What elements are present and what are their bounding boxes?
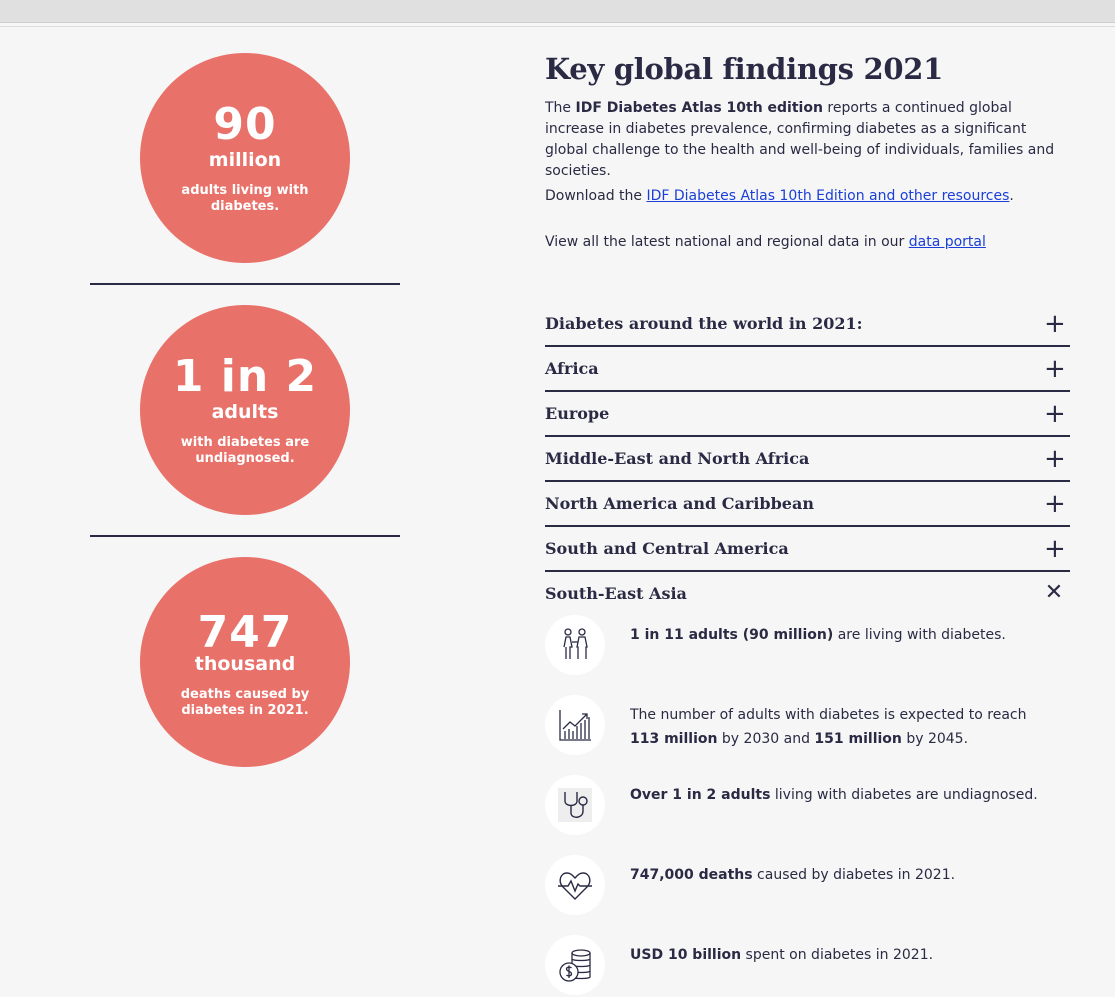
finding-plain: caused by diabetes in 2021.	[752, 867, 956, 883]
data-portal-link[interactable]: data portal	[909, 234, 986, 250]
plus-icon[interactable]: +	[1044, 356, 1066, 382]
stat-number: 1 in 2	[172, 351, 318, 402]
finding-bold: 113 million	[630, 731, 718, 747]
finding-text: The number of adults with diabetes is ex…	[630, 703, 1050, 751]
stat-unit: million	[208, 149, 282, 171]
coins-icon	[545, 935, 605, 995]
stat-circle-undiagnosed: 1 in 2 adults with diabetes are undiagno…	[140, 305, 350, 515]
accordion-label: South-East Asia	[545, 584, 687, 603]
download-text: Download the	[545, 188, 647, 204]
intro-text: The	[545, 100, 576, 116]
intro-paragraph: The IDF Diabetes Atlas 10th edition repo…	[545, 98, 1065, 182]
heartbeat-icon	[545, 855, 605, 915]
regions-accordion: Diabetes around the world in 2021: + Afr…	[545, 302, 1070, 615]
finding-item: The number of adults with diabetes is ex…	[545, 695, 1070, 757]
accordion-label: Middle-East and North Africa	[545, 449, 810, 468]
plus-icon[interactable]: +	[1044, 446, 1066, 472]
stat-circle-adults: 90 million adults living with diabetes.	[140, 53, 350, 263]
stat-description: adults living with diabetes.	[181, 183, 309, 214]
stat-number: 90	[213, 99, 277, 150]
browser-top-bar	[0, 0, 1115, 23]
accordion-label: North America and Caribbean	[545, 494, 814, 513]
page-title: Key global findings 2021	[545, 52, 943, 86]
stat-unit: adults	[211, 401, 279, 423]
accordion-label: South and Central America	[545, 539, 789, 558]
accordion-item-mena[interactable]: Middle-East and North Africa +	[545, 437, 1070, 482]
accordion-item-africa[interactable]: Africa +	[545, 347, 1070, 392]
close-icon[interactable]: ✕	[1044, 582, 1064, 604]
stat-number: 747	[197, 607, 293, 658]
portal-text: View all the latest national and regiona…	[545, 234, 909, 250]
finding-plain: living with diabetes are undiagnosed.	[770, 787, 1038, 803]
download-text: .	[1009, 188, 1014, 204]
accordion-label: Africa	[545, 359, 599, 378]
accordion-item-europe[interactable]: Europe +	[545, 392, 1070, 437]
finding-text: 747,000 deaths caused by diabetes in 202…	[630, 863, 1050, 887]
download-paragraph: Download the IDF Diabetes Atlas 10th Edi…	[545, 186, 1065, 207]
finding-plain: by 2045.	[901, 731, 969, 747]
finding-bold: 151 million	[814, 731, 902, 747]
intro-bold-text: IDF Diabetes Atlas 10th edition	[575, 100, 823, 116]
plus-icon[interactable]: +	[1044, 311, 1066, 337]
accordion-item-south-central-america[interactable]: South and Central America +	[545, 527, 1070, 572]
finding-plain: The number of adults with diabetes is ex…	[630, 707, 1027, 723]
data-portal-paragraph: View all the latest national and regiona…	[545, 232, 1065, 253]
plus-icon[interactable]: +	[1044, 536, 1066, 562]
accordion-item-world[interactable]: Diabetes around the world in 2021: +	[545, 302, 1070, 347]
stat-description: with diabetes are undiagnosed.	[180, 435, 310, 466]
finding-text: USD 10 billion spent on diabetes in 2021…	[630, 943, 1050, 967]
stethoscope-icon	[545, 775, 605, 835]
resources-link[interactable]: IDF Diabetes Atlas 10th Edition and othe…	[646, 188, 1009, 204]
finding-item: 747,000 deaths caused by diabetes in 202…	[545, 855, 1070, 917]
accordion-item-north-america[interactable]: North America and Caribbean +	[545, 482, 1070, 527]
stat-circle-deaths: 747 thousand deaths caused by diabetes i…	[140, 557, 350, 767]
finding-item: USD 10 billion spent on diabetes in 2021…	[545, 935, 1070, 997]
finding-plain: are living with diabetes.	[833, 627, 1006, 643]
finding-bold: 1 in 11 adults (90 million)	[630, 627, 834, 643]
stat-description: deaths caused by diabetes in 2021.	[180, 687, 310, 718]
finding-item: Over 1 in 2 adults living with diabetes …	[545, 775, 1070, 837]
finding-item: 1 in 11 adults (90 million) are living w…	[545, 615, 1070, 677]
people-icon	[545, 615, 605, 675]
stat-divider	[90, 535, 400, 537]
finding-plain: spent on diabetes in 2021.	[741, 947, 934, 963]
finding-bold: Over 1 in 2 adults	[630, 787, 771, 803]
finding-text: 1 in 11 adults (90 million) are living w…	[630, 623, 1050, 647]
finding-bold: USD 10 billion	[630, 947, 742, 963]
accordion-label: Diabetes around the world in 2021:	[545, 314, 863, 333]
chart-growth-icon	[545, 695, 605, 755]
stat-unit: thousand	[194, 653, 296, 675]
top-divider	[0, 26, 1115, 27]
accordion-item-south-east-asia[interactable]: South-East Asia ✕	[545, 572, 1070, 615]
plus-icon[interactable]: +	[1044, 491, 1066, 517]
finding-text: Over 1 in 2 adults living with diabetes …	[630, 783, 1050, 807]
stat-divider	[90, 283, 400, 285]
plus-icon[interactable]: +	[1044, 401, 1066, 427]
accordion-label: Europe	[545, 404, 610, 423]
finding-plain: by 2030 and	[717, 731, 815, 747]
finding-bold: 747,000 deaths	[630, 867, 753, 883]
